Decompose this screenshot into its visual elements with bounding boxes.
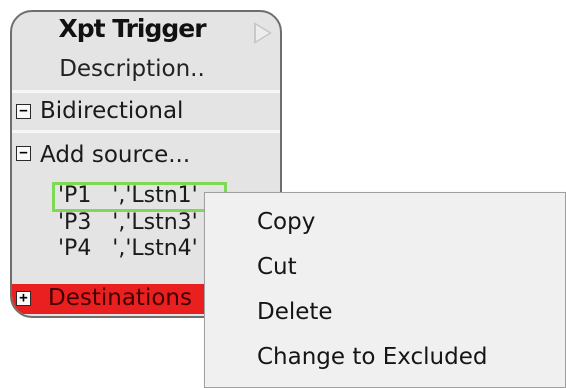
context-menu: Copy Cut Delete Change to Excluded (204, 192, 566, 388)
bidirectional-label: Bidirectional (40, 98, 184, 124)
expand-icon[interactable]: + (16, 291, 31, 306)
node-description[interactable]: Description.. (12, 56, 252, 82)
divider (12, 130, 280, 133)
divider (12, 90, 280, 93)
section-bidirectional[interactable]: − Bidirectional (12, 94, 280, 130)
destinations-label: Destinations (48, 285, 192, 311)
menu-item-change-to-excluded[interactable]: Change to Excluded (257, 344, 487, 370)
node-title: Xpt Trigger (58, 14, 206, 43)
section-add-source[interactable]: − Add source... (12, 136, 280, 172)
menu-item-copy[interactable]: Copy (257, 209, 315, 235)
source-row[interactable]: 'P1 ','Lstn1' (58, 183, 198, 208)
canvas: Xpt Trigger Description.. − Bidirectiona… (0, 0, 566, 388)
source-row[interactable]: 'P4 ','Lstn4' (58, 236, 198, 261)
add-source-label[interactable]: Add source... (40, 142, 190, 168)
collapse-icon[interactable]: − (16, 104, 31, 119)
play-icon[interactable] (254, 22, 272, 44)
collapse-icon[interactable]: − (16, 146, 31, 161)
source-row[interactable]: 'P3 ','Lstn3' (58, 210, 198, 235)
menu-item-delete[interactable]: Delete (257, 299, 333, 325)
menu-item-cut[interactable]: Cut (257, 254, 297, 280)
